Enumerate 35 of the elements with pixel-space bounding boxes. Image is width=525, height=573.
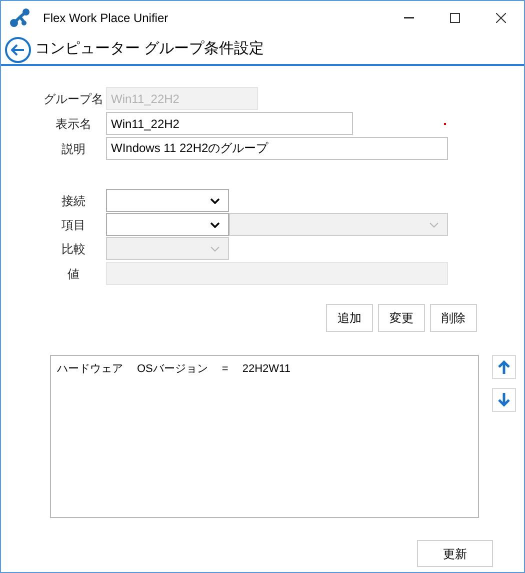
update-button[interactable]: 更新 — [417, 540, 493, 567]
field-label: 表示名 — [56, 116, 92, 132]
dropdown[interactable] — [106, 213, 229, 236]
dropdown[interactable] — [106, 189, 229, 212]
minimize-icon — [404, 17, 414, 19]
action-button[interactable]: 変更 — [378, 304, 425, 332]
up-arrow-icon — [498, 360, 510, 374]
field-label: 比較 — [62, 240, 86, 258]
back-button[interactable] — [5, 36, 31, 62]
move-down-button[interactable] — [492, 388, 516, 412]
back-arrow-icon — [11, 44, 25, 56]
text-field[interactable]: Win11_22H2 — [106, 112, 353, 135]
chevron-icon — [210, 198, 220, 204]
condition-operator: = — [222, 362, 228, 377]
action-button[interactable]: 削除 — [430, 304, 477, 332]
condition-category: ハードウェア — [57, 362, 123, 377]
move-up-button[interactable] — [492, 355, 516, 379]
app-logo-icon — [9, 8, 31, 28]
field-label: 説明 — [62, 140, 86, 158]
text-field[interactable]: WIndows 11 22H2のグループ — [106, 137, 448, 160]
condition-item: OSバージョン — [137, 362, 208, 377]
action-button[interactable]: 追加 — [326, 304, 373, 332]
window-title: Flex Work Place Unifier — [43, 10, 168, 27]
field-label: 接続 — [62, 192, 86, 210]
chevron-icon — [210, 222, 220, 228]
field-label: 値 — [68, 266, 80, 282]
field-label: 項目 — [62, 216, 86, 234]
down-arrow-icon — [498, 393, 510, 407]
chevron-icon — [429, 222, 439, 228]
close-icon — [496, 13, 506, 23]
page-title: コンピューター グループ条件設定 — [35, 39, 264, 60]
chevron-icon — [210, 246, 220, 252]
condition-value: 22H2W11 — [242, 362, 290, 377]
field-label: グループ名 — [44, 90, 104, 108]
maximize-icon — [450, 13, 460, 23]
